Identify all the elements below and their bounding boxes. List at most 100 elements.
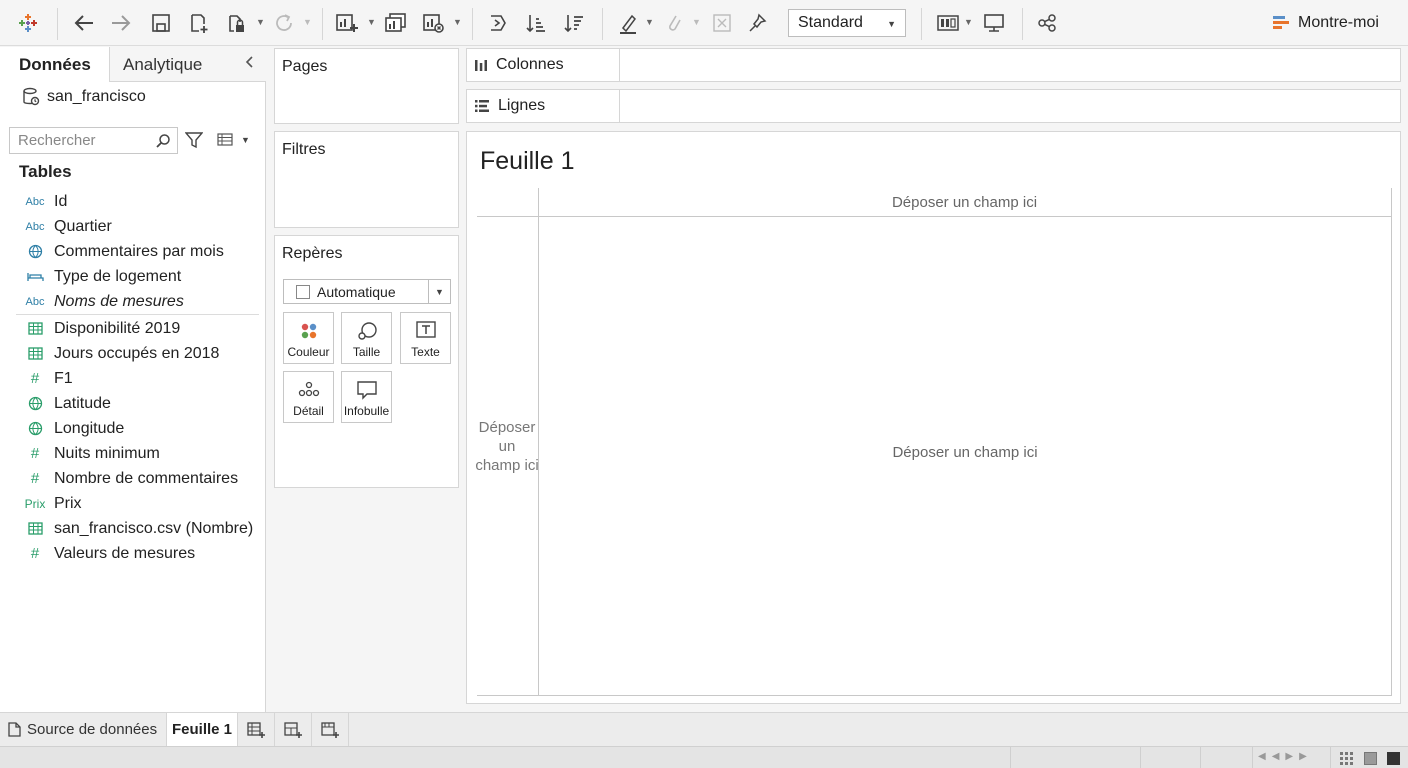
rows-shelf-label: Lignes [467,90,620,122]
fix-axes-icon[interactable] [744,9,772,37]
sheet-title[interactable]: Feuille 1 [480,147,575,176]
view-options-button[interactable]: ▼ [217,133,250,146]
share-icon[interactable] [1033,9,1061,37]
dimension-measure-divider [16,314,259,315]
undo-icon[interactable] [70,9,98,37]
pane-tabs: Données Analytique [0,47,266,82]
collapse-pane-icon[interactable] [244,55,254,72]
columns-shelf[interactable]: Colonnes [466,48,1401,82]
filters-title: Filtres [282,141,326,158]
show-mark-labels-icon[interactable] [708,9,736,37]
sort-ascending-icon[interactable] [522,9,550,37]
field-item[interactable]: Abc Quartier [16,214,259,239]
tab-sheet1[interactable]: Feuille 1 [166,713,238,746]
fit-select-value: Standard [798,14,863,31]
new-worksheet-icon[interactable] [333,9,361,37]
search-input[interactable] [18,132,148,149]
tab-analytics[interactable]: Analytique [111,47,202,82]
string-type-icon: Abc [25,195,45,208]
field-item[interactable]: Longitude [16,416,259,441]
duplicate-sheet-icon[interactable] [382,9,410,37]
table-calc-icon [16,522,54,535]
chevron-down-icon: ▼ [428,280,450,303]
chevron-down-icon: ▼ [241,134,250,145]
field-item[interactable]: # Nuits minimum [16,441,259,466]
size-icon [342,321,391,341]
worksheet-view: Feuille 1 Déposer un champ ici Déposer u… [466,131,1401,704]
group-members-icon[interactable] [659,9,687,37]
drop-zone-rows-label: Déposer un champ ici [475,419,539,474]
grid-divider [477,695,1392,696]
pages-title: Pages [282,58,328,75]
field-item[interactable]: Commentaires par mois [16,239,259,264]
filter-icon[interactable] [184,131,204,152]
number-type-icon: # [30,445,40,462]
datasource-icon [23,87,40,106]
tab-data-source[interactable]: Source de données [8,713,157,746]
swap-rows-columns-icon[interactable] [484,9,512,37]
field-item[interactable]: Abc Id [16,189,259,214]
field-item[interactable]: Jours occupés en 2018 [16,341,259,366]
new-story-icon[interactable] [313,713,349,746]
clear-sheet-icon[interactable] [420,9,448,37]
mark-type-select[interactable]: Automatique ▼ [283,279,451,304]
field-item[interactable]: Abc Noms de mesures [16,289,259,314]
pause-updates-icon[interactable] [222,9,250,37]
marks-title: Repères [282,245,343,262]
field-item[interactable]: Latitude [16,391,259,416]
sheet-tab-bar: Source de données Feuille 1 [0,712,1408,746]
detail-button[interactable]: Détail [283,371,334,423]
drop-zone-rows[interactable]: Déposer un champ ici [475,418,539,475]
toolbar: ▼ ▼ ▼ ▼ ▼ ▼ Standard ▼ ▼ Montre-moi [0,0,1408,46]
new-data-source-icon[interactable] [185,9,213,37]
datasource-item[interactable]: san_francisco [22,87,146,107]
search-field[interactable] [9,127,178,154]
detail-label: Détail [293,404,324,418]
list-view-icon [217,133,233,146]
redo-icon[interactable] [107,9,135,37]
sort-descending-icon[interactable] [560,9,588,37]
drop-zone-columns[interactable]: Déposer un champ ici [467,188,1392,216]
rows-shelf[interactable]: Lignes [466,89,1401,123]
field-item[interactable]: # Valeurs de mesures [16,541,259,566]
grid-divider [477,216,1392,217]
field-item[interactable]: Prix Prix [16,491,259,516]
number-type-icon: # [30,370,40,387]
chevron-down-icon: ▼ [887,19,896,29]
grid-divider [1391,188,1392,695]
color-label: Couleur [287,345,330,359]
filters-card[interactable]: Filtres [274,131,459,228]
label-button[interactable]: Texte [400,312,451,364]
filmstrip-view-icon[interactable] [1364,752,1377,765]
field-list: Abc Id Abc Quartier Commentaires par mois … [16,189,259,566]
field-item[interactable]: # F1 [16,366,259,391]
field-item[interactable]: # Nombre de commentaires [16,466,259,491]
tooltip-button[interactable]: Infobulle [341,371,392,423]
mark-type-value: Automatique [317,283,396,300]
save-icon[interactable] [147,9,175,37]
label-label: Texte [411,345,440,359]
drop-zone-main[interactable]: Déposer un champ ici [539,444,1391,461]
fit-select[interactable]: Standard ▼ [788,9,906,37]
show-me-icon [1273,16,1289,29]
pages-card[interactable]: Pages [274,48,459,124]
presentation-mode-icon[interactable] [980,9,1008,37]
tab-data[interactable]: Données [0,47,110,82]
new-dashboard-icon[interactable] [276,713,312,746]
size-button[interactable]: Taille [341,312,392,364]
field-item[interactable]: Disponibilité 2019 [16,316,259,341]
show-me-button[interactable]: Montre-moi [1272,12,1379,34]
refresh-icon[interactable] [270,9,298,37]
tableau-logo-icon[interactable] [14,9,42,37]
field-item[interactable]: Type de logement [16,264,259,289]
sheet-navigation-arrows[interactable]: ◀◀▶▶ [1258,751,1313,762]
search-icon [156,134,170,148]
field-item[interactable]: san_francisco.csv (Nombre) [16,516,259,541]
show-cards-icon[interactable] [934,9,962,37]
grid-view-icon[interactable] [1340,752,1354,768]
string-type-icon: Abc [25,220,45,233]
new-worksheet-icon[interactable] [239,713,275,746]
highlight-icon[interactable] [614,9,642,37]
color-button[interactable]: Couleur [283,312,334,364]
tabs-view-icon[interactable] [1387,752,1400,765]
